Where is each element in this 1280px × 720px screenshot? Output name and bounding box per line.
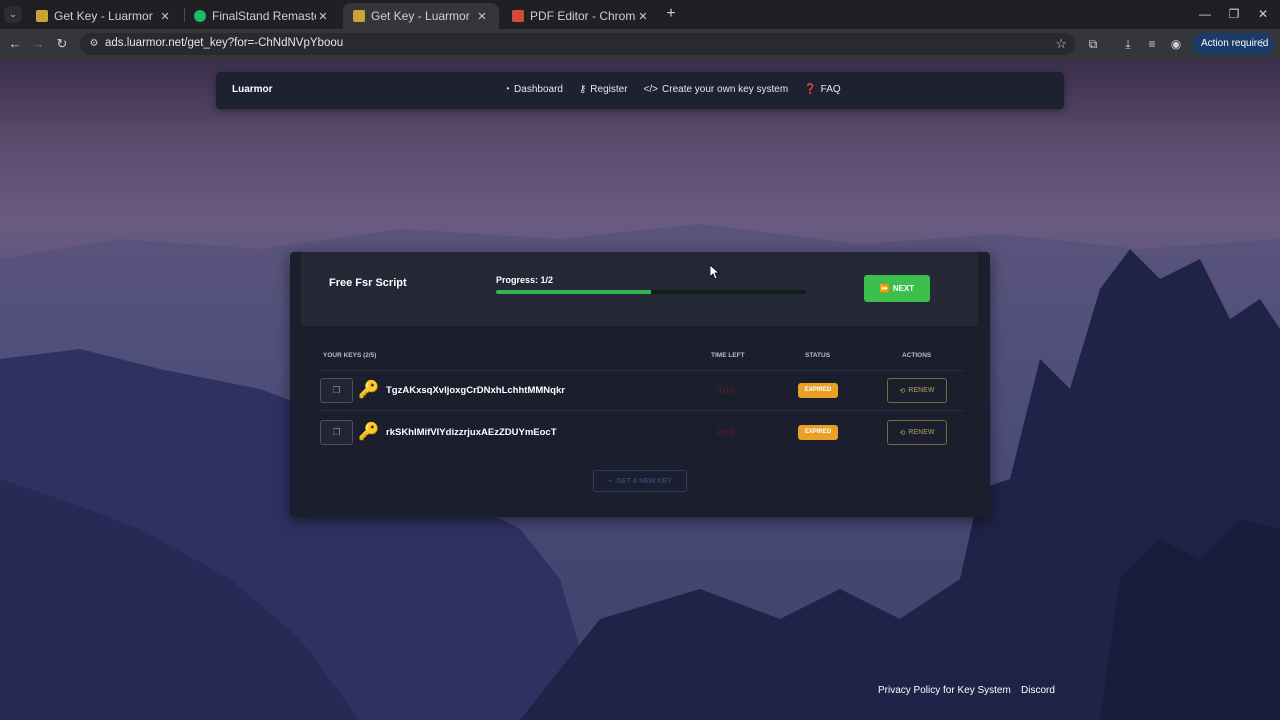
nav-faq[interactable]: ❓ FAQ: [804, 84, 840, 95]
luarmor-favicon-icon: [36, 10, 48, 22]
dashboard-icon: ◔: [504, 84, 511, 95]
question-icon: ❓: [804, 84, 817, 95]
tab-title: PDF Editor - Chrome Web Store: [530, 9, 636, 23]
tab-title: Get Key - Luarmor: [54, 9, 153, 23]
header-status: STATUS: [805, 352, 831, 359]
site-navbar: Luarmor ◔ Dashboard ⚷ Register </> Creat…: [216, 72, 1064, 109]
nav-create-key-system[interactable]: </> Create your own key system: [644, 84, 789, 95]
nav-label: Dashboard: [514, 84, 563, 95]
action-required-button[interactable]: Action required ⋮: [1192, 33, 1274, 55]
card-header: Free Fsr Script Progress: 1/2 ⏩ NEXT: [301, 252, 978, 326]
get-new-key-label: GET A NEW KEY: [616, 477, 672, 485]
time-left-value: 0:0:0: [717, 386, 735, 395]
renew-button[interactable]: ⟲ RENEW: [887, 378, 947, 403]
profile-icon[interactable]: ◉: [1167, 35, 1185, 53]
get-new-key-button[interactable]: + GET A NEW KEY: [593, 470, 687, 492]
nav-dashboard[interactable]: ◔ Dashboard: [504, 84, 563, 95]
privacy-policy-link[interactable]: Privacy Policy for Key System: [878, 685, 1011, 696]
discord-link[interactable]: Discord: [1021, 685, 1055, 696]
nav-label: Register: [590, 84, 628, 95]
status-badge: EXPIRED: [798, 425, 838, 440]
mouse-cursor-icon: [710, 265, 720, 279]
media-controls-icon[interactable]: ≡: [1143, 35, 1161, 53]
reload-icon[interactable]: ↻: [53, 35, 71, 53]
address-bar[interactable]: ⚙ ads.luarmor.net/get_key?for=-ChNdNVpYb…: [80, 33, 1075, 55]
history-icon: ⟲: [899, 387, 906, 395]
script-favicon-icon: [194, 10, 206, 22]
close-icon[interactable]: ✕: [316, 10, 330, 23]
header-your-keys: YOUR KEYS (2/5): [323, 352, 377, 359]
key-value: rkSKhIMifVIYdizzrjuxAEzZDUYmEocT: [386, 427, 557, 438]
tab-get-key-active[interactable]: Get Key - Luarmor ✕: [343, 3, 499, 29]
fast-forward-icon: ⏩: [879, 284, 890, 293]
tab-bar: ⌄ Get Key - Luarmor ✕ FinalStand Remaste…: [0, 0, 1280, 29]
restore-icon[interactable]: ❐: [1219, 5, 1249, 23]
key-row: ❐ 🔑 TgzAKxsqXvljoxgCrDNxhLchhtMMNqkr 0:0…: [320, 377, 960, 405]
window-close-icon[interactable]: ✕: [1248, 5, 1278, 23]
nav-label: Create your own key system: [662, 84, 789, 95]
kebab-menu-icon[interactable]: ⋮: [1257, 33, 1267, 55]
progress-bar: [496, 290, 806, 294]
key-icon: ⚷: [578, 84, 587, 95]
copy-icon: ❐: [332, 427, 341, 437]
bookmark-star-icon[interactable]: ☆: [1055, 36, 1067, 52]
url-text[interactable]: ads.luarmor.net/get_key?for=-ChNdNVpYboo…: [105, 37, 343, 49]
key-card: Free Fsr Script Progress: 1/2 ⏩ NEXT YOU…: [290, 252, 990, 517]
header-time-left: TIME LEFT: [711, 352, 745, 359]
tab-get-key-1[interactable]: Get Key - Luarmor ✕: [26, 3, 182, 29]
close-icon[interactable]: ✕: [158, 10, 172, 23]
copy-icon: ❐: [332, 385, 341, 395]
browser-toolbar: ← → ↻ ⚙ ads.luarmor.net/get_key?for=-ChN…: [0, 29, 1280, 59]
brand-logo[interactable]: Luarmor: [232, 84, 273, 95]
code-icon: </>: [643, 84, 659, 95]
luarmor-favicon-icon: [353, 10, 365, 22]
progress-label: Progress: 1/2: [496, 275, 554, 285]
script-title: Free Fsr Script: [329, 277, 407, 289]
progress-fill: [496, 290, 651, 294]
time-left-value: 0:0:0: [717, 428, 735, 437]
renew-button[interactable]: ⟲ RENEW: [887, 420, 947, 445]
next-button[interactable]: ⏩ NEXT: [864, 275, 930, 302]
tab-title: FinalStand Remastered: Script: [212, 9, 316, 23]
forward-icon[interactable]: →: [29, 35, 47, 53]
download-icon[interactable]: ⤓: [1119, 35, 1137, 53]
new-tab-icon[interactable]: +: [662, 5, 680, 23]
status-badge: EXPIRED: [798, 383, 838, 398]
extensions-icon[interactable]: ⧉: [1084, 35, 1102, 53]
minimize-icon[interactable]: —: [1190, 5, 1220, 23]
webstore-favicon-icon: [512, 10, 524, 22]
tab-finalstand[interactable]: FinalStand Remastered: Script ✕: [184, 3, 340, 29]
close-icon[interactable]: ✕: [636, 10, 650, 23]
next-label: NEXT: [892, 284, 915, 293]
key-value: TgzAKxsqXvljoxgCrDNxhLchhtMMNqkr: [386, 385, 565, 396]
history-icon: ⟲: [899, 429, 906, 437]
copy-key-button[interactable]: ❐: [320, 378, 353, 403]
tab-search-button[interactable]: ⌄: [4, 6, 22, 23]
back-icon[interactable]: ←: [6, 35, 24, 53]
key-icon: 🔑: [358, 422, 380, 441]
renew-label: RENEW: [908, 429, 935, 436]
key-row: ❐ 🔑 rkSKhIMifVIYdizzrjuxAEzZDUYmEocT 0:0…: [320, 419, 960, 447]
page-content: Luarmor ◔ Dashboard ⚷ Register </> Creat…: [0, 59, 1280, 720]
divider: [318, 370, 963, 371]
key-icon: 🔑: [358, 380, 380, 399]
site-info-icon[interactable]: ⚙: [87, 37, 101, 51]
tab-title: Get Key - Luarmor: [371, 9, 470, 23]
nav-register[interactable]: ⚷ Register: [579, 84, 628, 95]
renew-label: RENEW: [908, 387, 935, 394]
copy-key-button[interactable]: ❐: [320, 420, 353, 445]
close-icon[interactable]: ✕: [475, 10, 489, 23]
chevron-down-icon: ⌄: [9, 9, 17, 19]
tab-pdf-editor[interactable]: PDF Editor - Chrome Web Store ✕: [502, 3, 660, 29]
divider: [318, 410, 963, 411]
nav-label: FAQ: [820, 84, 841, 95]
header-actions: ACTIONS: [902, 352, 932, 359]
plus-icon: +: [608, 477, 613, 485]
keys-table-header: YOUR KEYS (2/5) TIME LEFT STATUS ACTIONS: [323, 352, 963, 364]
nav-links: ◔ Dashboard ⚷ Register </> Create your o…: [504, 84, 841, 95]
